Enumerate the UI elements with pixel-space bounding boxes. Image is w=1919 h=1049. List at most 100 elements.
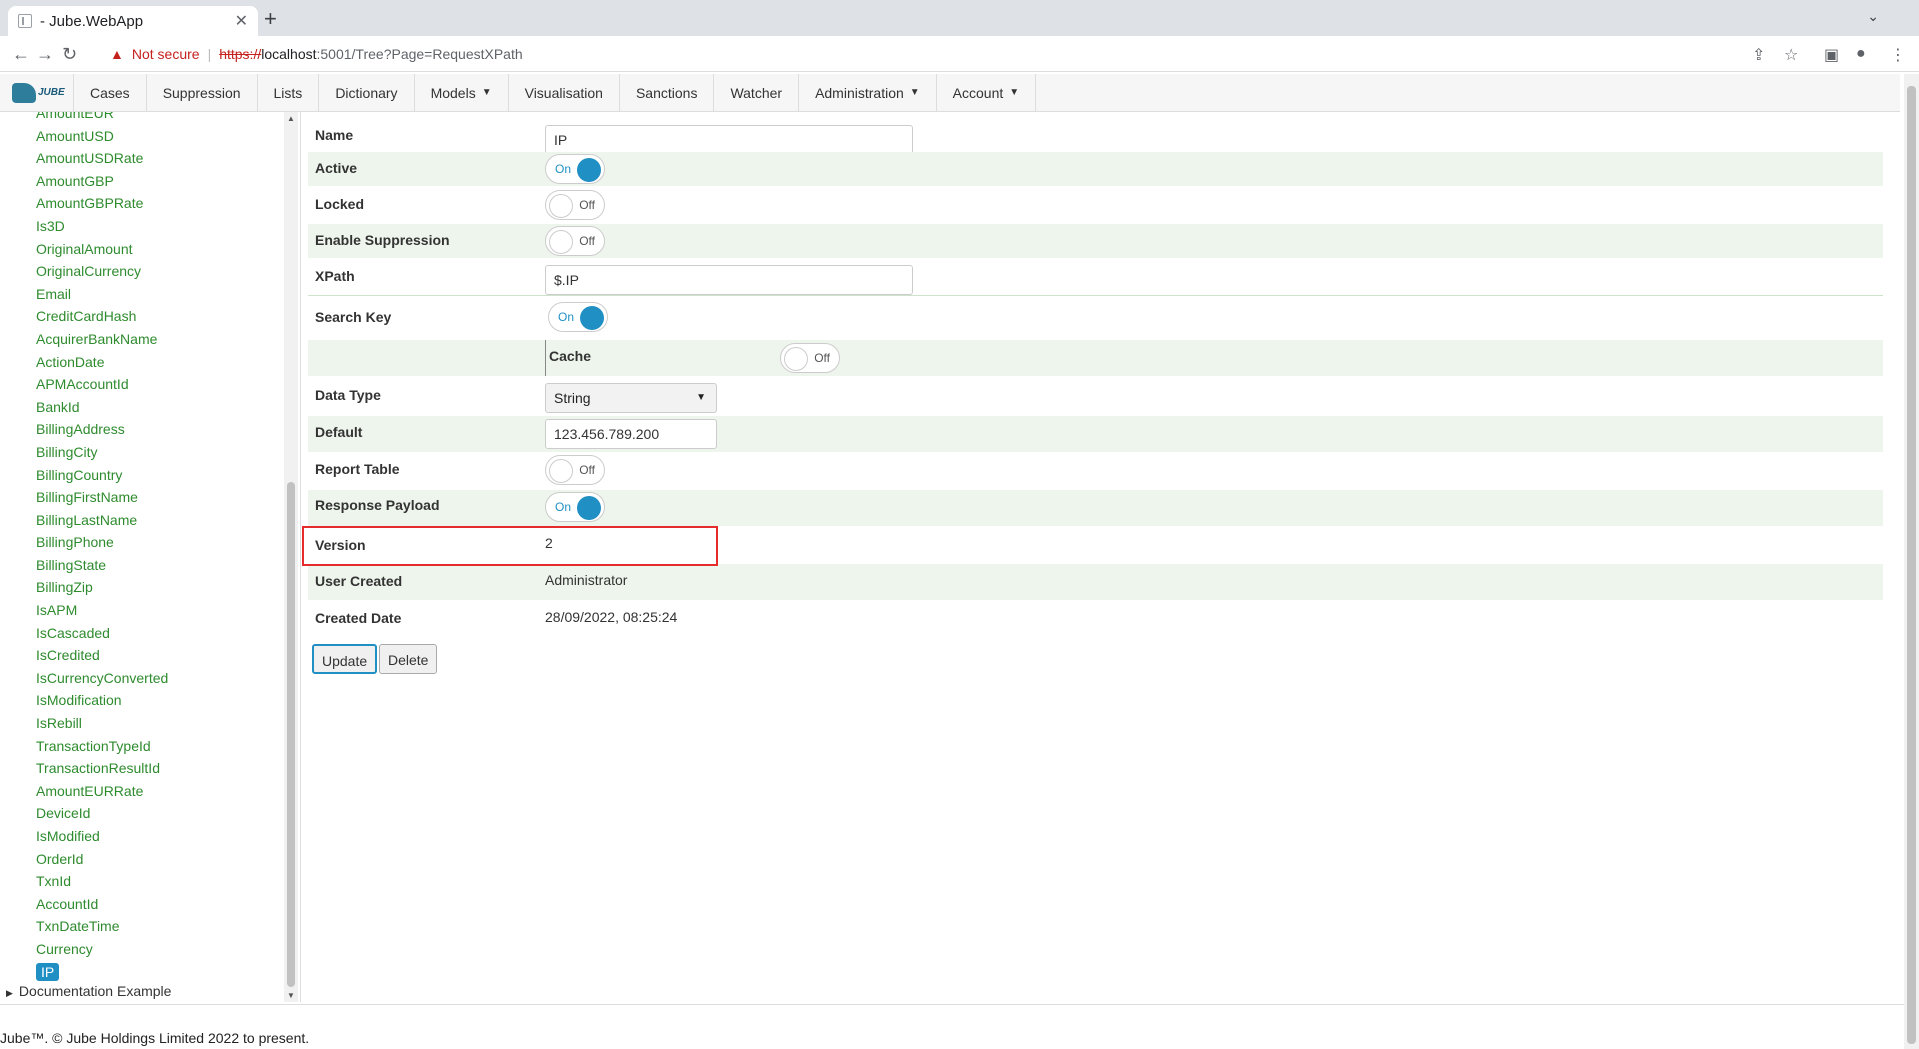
tree-item[interactable]: OriginalCurrency <box>36 260 168 283</box>
tree-item-selected[interactable]: IP <box>36 961 168 984</box>
datatype-select[interactable]: String ▼ <box>545 383 717 413</box>
tree-item[interactable]: ActionDate <box>36 351 168 374</box>
page-scroll-thumb[interactable] <box>1907 86 1916 1044</box>
tree-item[interactable]: IsCascaded <box>36 622 168 645</box>
user-value: Administrator <box>545 572 628 588</box>
tree-item[interactable]: IsModification <box>36 689 168 712</box>
payload-row: Response Payload On <box>308 490 1883 526</box>
tree-item[interactable]: AcquirerBankName <box>36 328 168 351</box>
close-tab-icon[interactable]: ✕ <box>235 11 248 31</box>
tree-sidebar: AmountEUR AmountUSD AmountUSDRate AmountGBP… <box>0 112 284 1002</box>
tree-item[interactable]: TxnId <box>36 870 168 893</box>
searchkey-toggle[interactable]: On <box>548 302 608 332</box>
tree-item[interactable]: IsAPM <box>36 599 168 622</box>
tree-item[interactable]: DeviceId <box>36 802 168 825</box>
tree-item[interactable]: BankId <box>36 396 168 419</box>
tree-item[interactable]: Currency <box>36 938 168 961</box>
name-input[interactable]: IP <box>545 125 913 155</box>
new-tab-button[interactable]: + <box>264 6 277 32</box>
tree-item[interactable]: AmountEUR <box>36 112 168 125</box>
tree-item[interactable]: OriginalAmount <box>36 238 168 261</box>
profile-icon[interactable]: ● <box>1856 45 1866 63</box>
tree-item[interactable]: Is3D <box>36 215 168 238</box>
tree-item[interactable]: BillingAddress <box>36 418 168 441</box>
tree-item[interactable]: CreditCardHash <box>36 305 168 328</box>
tree-item[interactable]: AmountUSDRate <box>36 147 168 170</box>
tree-item[interactable]: BillingCountry <box>36 464 168 487</box>
searchkey-row: Search Key On <box>308 302 1883 336</box>
nav-label: Suppression <box>162 84 241 101</box>
tree-item[interactable]: IsCredited <box>36 644 168 667</box>
tree-item[interactable]: BillingPhone <box>36 531 168 554</box>
tree-item[interactable]: AmountUSD <box>36 125 168 148</box>
payload-toggle[interactable]: On <box>545 492 605 522</box>
nav-label: Administration <box>815 84 904 101</box>
back-icon[interactable]: ← <box>12 44 30 65</box>
dropdown-caret-icon: ▼ <box>1009 87 1020 98</box>
nav-watcher[interactable]: Watcher <box>714 74 800 111</box>
nav-suppression[interactable]: Suppression <box>147 74 258 111</box>
nav-administration[interactable]: Administration ▼ <box>799 74 937 111</box>
url-scheme: https:// <box>219 46 262 62</box>
active-toggle[interactable]: On <box>545 154 605 184</box>
toggle-knob <box>577 496 601 520</box>
tree-item[interactable]: AmountGBPRate <box>36 192 168 215</box>
tree-item[interactable]: IsRebill <box>36 712 168 735</box>
delete-button[interactable]: Delete <box>379 644 438 674</box>
tree-item[interactable]: BillingLastName <box>36 509 168 532</box>
toggle-state: On <box>558 310 575 324</box>
tree-item[interactable]: IsModified <box>36 825 168 848</box>
nav-lists[interactable]: Lists <box>258 74 320 111</box>
tree-group-documentation-example[interactable]: ▶ Documentation Example <box>6 983 171 999</box>
nav-cases[interactable]: Cases <box>74 74 147 111</box>
locked-toggle[interactable]: Off <box>545 190 605 220</box>
cache-toggle[interactable]: Off <box>780 343 840 373</box>
date-label: Created Date <box>315 610 402 626</box>
page-scrollbar[interactable] <box>1904 74 1919 1049</box>
app-navbar: JUBE Cases Suppression Lists Dictionary … <box>0 74 1900 112</box>
browser-menu-icon[interactable]: ⋮ <box>1890 45 1906 65</box>
expand-arrow-icon[interactable]: ▶ <box>6 988 13 998</box>
report-toggle[interactable]: Off <box>545 455 605 485</box>
tree-item[interactable]: TransactionResultId <box>36 757 168 780</box>
xpath-input[interactable]: $.IP <box>545 265 913 295</box>
nav-models[interactable]: Models ▼ <box>415 74 509 111</box>
bookmark-star-icon[interactable]: ☆ <box>1784 45 1798 65</box>
select-caret-icon: ▼ <box>696 392 706 403</box>
jube-logo[interactable]: JUBE <box>0 74 74 111</box>
tree-item[interactable]: OrderId <box>36 848 168 871</box>
nav-sanctions[interactable]: Sanctions <box>620 74 715 111</box>
browser-tab[interactable]: - Jube.WebApp ✕ <box>8 6 258 36</box>
url-host: localhost <box>261 46 317 62</box>
forward-icon[interactable]: → <box>36 44 54 65</box>
sidebar-scrollbar[interactable]: ▲ ▼ <box>284 112 298 1002</box>
nav-account[interactable]: Account ▼ <box>937 74 1037 111</box>
tree-item[interactable]: BillingCity <box>36 441 168 464</box>
tree-item[interactable]: AmountEURRate <box>36 780 168 803</box>
scroll-down-icon[interactable]: ▼ <box>287 991 295 1000</box>
sidebar-scroll-thumb[interactable] <box>287 482 295 987</box>
tab-search-icon[interactable]: ⌄ <box>1867 8 1879 25</box>
tree-item[interactable]: IsCurrencyConverted <box>36 667 168 690</box>
nav-label: Watcher <box>730 84 783 101</box>
address-bar[interactable]: ▲ Not secure | https:// localhost :5001/… <box>110 40 1840 68</box>
tree-item[interactable]: BillingFirstName <box>36 486 168 509</box>
tree-item[interactable]: Email <box>36 283 168 306</box>
tree-item[interactable]: AmountGBP <box>36 170 168 193</box>
reload-icon[interactable]: ↻ <box>62 44 77 65</box>
nav-visualisation[interactable]: Visualisation <box>509 74 620 111</box>
tree-item[interactable]: BillingZip <box>36 576 168 599</box>
suppression-toggle[interactable]: Off <box>545 226 605 256</box>
tree-item[interactable]: BillingState <box>36 554 168 577</box>
tree-item[interactable]: TxnDateTime <box>36 915 168 938</box>
tree-item[interactable]: TransactionTypeId <box>36 735 168 758</box>
default-input[interactable]: 123.456.789.200 <box>545 419 717 449</box>
update-button[interactable]: Update <box>312 644 378 674</box>
sidebar-icon[interactable]: ▣ <box>1824 45 1839 65</box>
nav-dictionary[interactable]: Dictionary <box>319 74 415 111</box>
scroll-up-icon[interactable]: ▲ <box>287 114 295 123</box>
share-icon[interactable]: ⇪ <box>1752 45 1765 65</box>
datatype-label: Data Type <box>315 387 381 403</box>
tree-item[interactable]: AccountId <box>36 893 168 916</box>
tree-item[interactable]: APMAccountId <box>36 373 168 396</box>
